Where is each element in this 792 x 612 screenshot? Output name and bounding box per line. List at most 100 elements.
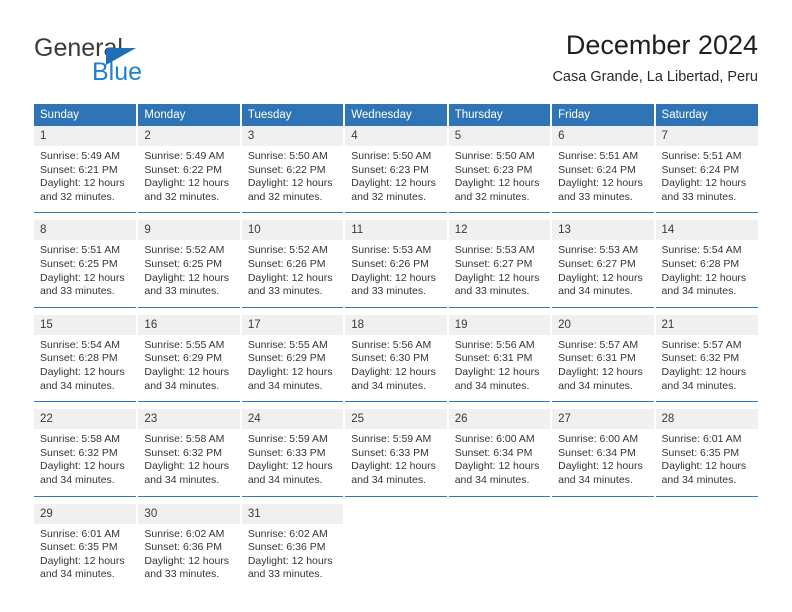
calendar-day-cell[interactable]: 10 Sunrise: 5:52 AM Sunset: 6:26 PM Dayligh… bbox=[240, 220, 346, 308]
daylight-duration-line1: Daylight: 12 hours bbox=[558, 177, 643, 190]
calendar-day-cell[interactable]: 17 Sunrise: 5:55 AM Sunset: 6:29 PM Dayligh… bbox=[240, 314, 346, 403]
day-details: Sunrise: 6:01 AM Sunset: 6:35 PM Daylight:… bbox=[34, 524, 136, 590]
calendar-day-cell[interactable]: 22 Sunrise: 5:58 AM Sunset: 6:32 PM Dayligh… bbox=[34, 409, 139, 497]
day-details bbox=[552, 524, 653, 536]
week-spacer-row bbox=[34, 307, 758, 315]
daylight-duration-line1: Daylight: 12 hours bbox=[351, 460, 436, 473]
sunset-time: Sunset: 6:22 PM bbox=[144, 163, 223, 176]
calendar-day-cell[interactable]: 3 Sunrise: 5:50 AM Sunset: 6:22 PM Daylight… bbox=[240, 126, 346, 214]
day-number bbox=[655, 503, 758, 524]
day-number: 2 bbox=[138, 126, 240, 146]
calendar-empty-cell bbox=[344, 503, 449, 590]
week-spacer-row bbox=[34, 401, 758, 410]
day-details: Sunrise: 6:02 AM Sunset: 6:36 PM Daylight:… bbox=[138, 524, 239, 590]
sunrise-time: Sunrise: 5:54 AM bbox=[661, 244, 742, 257]
sunrise-time: Sunrise: 5:50 AM bbox=[247, 150, 328, 162]
daylight-duration-line2: and 34 minutes. bbox=[454, 473, 530, 486]
daylight-duration-line2: and 34 minutes. bbox=[351, 473, 426, 486]
day-cell-inner: 2 Sunrise: 5:49 AM Sunset: 6:22 PM Daylight… bbox=[138, 126, 240, 213]
sunrise-time: Sunrise: 6:01 AM bbox=[40, 527, 120, 540]
calendar-day-cell[interactable]: 12 Sunrise: 5:53 AM Sunset: 6:27 PM Dayligh… bbox=[447, 220, 553, 308]
calendar-day-cell[interactable]: 24 Sunrise: 5:59 AM Sunset: 6:33 PM Dayligh… bbox=[240, 409, 346, 497]
calendar-day-cell[interactable]: 14 Sunrise: 5:54 AM Sunset: 6:28 PM Dayligh… bbox=[654, 220, 758, 308]
daylight-duration-line1: Daylight: 12 hours bbox=[40, 271, 125, 284]
day-cell-inner: 28 Sunrise: 6:01 AM Sunset: 6:35 PM Dayligh… bbox=[655, 409, 758, 496]
day-details: Sunrise: 5:56 AM Sunset: 6:31 PM Daylight:… bbox=[449, 335, 550, 401]
daylight-duration-line1: Daylight: 12 hours bbox=[661, 365, 747, 378]
general-blue-logo[interactable]: General Blue bbox=[34, 34, 234, 90]
sunset-time: Sunset: 6:24 PM bbox=[661, 163, 740, 176]
daylight-duration-line1: Daylight: 12 hours bbox=[247, 271, 333, 284]
sunset-time: Sunset: 6:29 PM bbox=[247, 352, 326, 365]
calendar-day-cell[interactable]: 20 Sunrise: 5:57 AM Sunset: 6:31 PM Dayligh… bbox=[551, 314, 656, 403]
sunset-time: Sunset: 6:34 PM bbox=[558, 446, 636, 459]
sunrise-time: Sunrise: 5:55 AM bbox=[247, 338, 328, 351]
sunrise-time: Sunrise: 5:51 AM bbox=[40, 244, 120, 257]
day-number: 22 bbox=[34, 409, 137, 430]
day-number: 3 bbox=[241, 126, 344, 146]
sunset-time: Sunset: 6:25 PM bbox=[144, 257, 223, 270]
day-number: 13 bbox=[552, 220, 654, 241]
weekday-header-monday: Monday bbox=[137, 104, 242, 126]
daylight-duration-line1: Daylight: 12 hours bbox=[144, 271, 230, 284]
calendar-day-cell[interactable]: 19 Sunrise: 5:56 AM Sunset: 6:31 PM Dayligh… bbox=[447, 314, 553, 403]
calendar-day-cell[interactable]: 29 Sunrise: 6:01 AM Sunset: 6:35 PM Dayligh… bbox=[34, 503, 139, 590]
day-details: Sunrise: 5:55 AM Sunset: 6:29 PM Daylight:… bbox=[138, 335, 239, 401]
calendar-day-cell[interactable]: 23 Sunrise: 5:58 AM Sunset: 6:32 PM Dayligh… bbox=[137, 409, 242, 497]
day-details: Sunrise: 6:02 AM Sunset: 6:36 PM Daylight:… bbox=[242, 524, 343, 590]
calendar-day-cell[interactable]: 26 Sunrise: 6:00 AM Sunset: 6:34 PM Dayligh… bbox=[447, 409, 553, 497]
daylight-duration-line1: Daylight: 12 hours bbox=[454, 460, 540, 473]
calendar-day-cell[interactable]: 6 Sunrise: 5:51 AM Sunset: 6:24 PM Daylight… bbox=[551, 126, 656, 214]
day-details: Sunrise: 5:53 AM Sunset: 6:27 PM Daylight:… bbox=[449, 240, 550, 306]
calendar-day-cell[interactable]: 4 Sunrise: 5:50 AM Sunset: 6:23 PM Daylight… bbox=[344, 126, 449, 214]
sunset-time: Sunset: 6:35 PM bbox=[40, 541, 118, 554]
daylight-duration-line1: Daylight: 12 hours bbox=[144, 460, 230, 473]
calendar-day-cell[interactable]: 25 Sunrise: 5:59 AM Sunset: 6:33 PM Dayligh… bbox=[344, 409, 449, 497]
day-cell-inner bbox=[552, 503, 654, 586]
day-details: Sunrise: 5:58 AM Sunset: 6:32 PM Daylight:… bbox=[138, 429, 239, 495]
calendar-empty-cell bbox=[551, 503, 656, 590]
weekday-header-saturday: Saturday bbox=[654, 104, 758, 126]
calendar-day-cell[interactable]: 27 Sunrise: 6:00 AM Sunset: 6:34 PM Dayligh… bbox=[551, 409, 656, 497]
calendar-day-cell[interactable]: 8 Sunrise: 5:51 AM Sunset: 6:25 PM Daylight… bbox=[34, 220, 139, 308]
day-number: 11 bbox=[345, 220, 447, 241]
calendar-day-cell[interactable]: 2 Sunrise: 5:49 AM Sunset: 6:22 PM Daylight… bbox=[137, 126, 242, 214]
calendar-day-cell[interactable]: 18 Sunrise: 5:56 AM Sunset: 6:30 PM Dayligh… bbox=[344, 314, 449, 403]
sunrise-time: Sunrise: 5:49 AM bbox=[144, 150, 225, 162]
day-cell-inner: 3 Sunrise: 5:50 AM Sunset: 6:22 PM Daylight… bbox=[241, 126, 344, 213]
daylight-duration-line1: Daylight: 12 hours bbox=[40, 365, 125, 378]
calendar-day-cell[interactable]: 5 Sunrise: 5:50 AM Sunset: 6:23 PM Daylight… bbox=[447, 126, 553, 214]
calendar-day-cell[interactable]: 28 Sunrise: 6:01 AM Sunset: 6:35 PM Dayligh… bbox=[654, 409, 758, 497]
calendar-day-cell[interactable]: 7 Sunrise: 5:51 AM Sunset: 6:24 PM Daylight… bbox=[654, 126, 758, 214]
calendar-day-cell[interactable]: 15 Sunrise: 5:54 AM Sunset: 6:28 PM Dayligh… bbox=[34, 314, 139, 403]
daylight-duration-line2: and 34 minutes. bbox=[144, 379, 220, 392]
day-number: 4 bbox=[345, 126, 447, 146]
sunrise-time: Sunrise: 5:52 AM bbox=[247, 244, 328, 257]
day-details: Sunrise: 5:58 AM Sunset: 6:32 PM Daylight:… bbox=[34, 429, 136, 495]
day-details: Sunrise: 5:50 AM Sunset: 6:23 PM Daylight:… bbox=[449, 146, 550, 212]
calendar-day-cell[interactable]: 21 Sunrise: 5:57 AM Sunset: 6:32 PM Dayligh… bbox=[654, 314, 758, 403]
week-spacer-row bbox=[34, 496, 758, 504]
calendar-day-cell[interactable]: 11 Sunrise: 5:53 AM Sunset: 6:26 PM Dayligh… bbox=[344, 220, 449, 308]
calendar-day-cell[interactable]: 16 Sunrise: 5:55 AM Sunset: 6:29 PM Dayligh… bbox=[137, 314, 242, 403]
sunset-time: Sunset: 6:23 PM bbox=[351, 163, 429, 176]
daylight-duration-line1: Daylight: 12 hours bbox=[661, 460, 747, 473]
calendar-day-cell[interactable]: 1 Sunrise: 5:49 AM Sunset: 6:21 PM Daylight… bbox=[34, 126, 139, 214]
calendar-day-cell[interactable]: 31 Sunrise: 6:02 AM Sunset: 6:36 PM Dayligh… bbox=[240, 503, 346, 590]
calendar-day-cell[interactable]: 30 Sunrise: 6:02 AM Sunset: 6:36 PM Dayligh… bbox=[137, 503, 242, 590]
day-details: Sunrise: 5:59 AM Sunset: 6:33 PM Daylight:… bbox=[242, 429, 343, 495]
daylight-duration-line1: Daylight: 12 hours bbox=[454, 271, 540, 284]
day-number: 29 bbox=[34, 503, 137, 524]
daylight-duration-line2: and 34 minutes. bbox=[558, 285, 633, 298]
day-cell-inner: 20 Sunrise: 5:57 AM Sunset: 6:31 PM Dayligh… bbox=[552, 314, 654, 402]
daylight-duration-line1: Daylight: 12 hours bbox=[40, 554, 125, 567]
day-cell-inner: 6 Sunrise: 5:51 AM Sunset: 6:24 PM Daylight… bbox=[552, 126, 654, 213]
day-number: 30 bbox=[138, 503, 240, 524]
daylight-duration-line1: Daylight: 12 hours bbox=[454, 177, 540, 190]
calendar-day-cell[interactable]: 13 Sunrise: 5:53 AM Sunset: 6:27 PM Dayligh… bbox=[551, 220, 656, 308]
sunrise-time: Sunrise: 5:57 AM bbox=[558, 338, 639, 351]
day-number bbox=[345, 503, 447, 524]
day-number: 7 bbox=[655, 126, 758, 146]
sunset-time: Sunset: 6:27 PM bbox=[558, 257, 636, 270]
calendar-day-cell[interactable]: 9 Sunrise: 5:52 AM Sunset: 6:25 PM Daylight… bbox=[137, 220, 242, 308]
